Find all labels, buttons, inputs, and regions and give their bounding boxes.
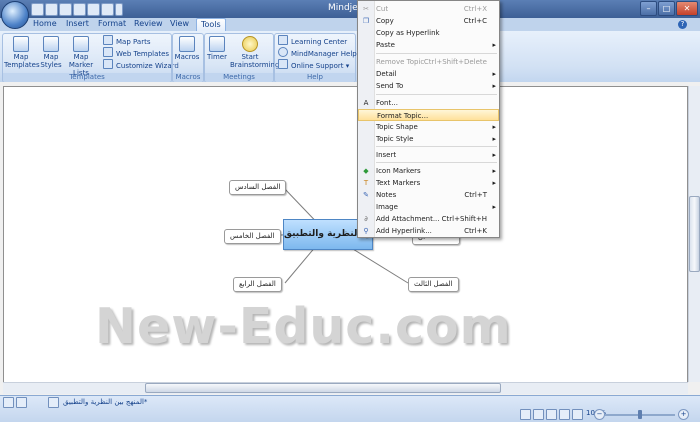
menu-item-label: Copy — [376, 17, 394, 25]
menu-item-image[interactable]: Image ▸ — [358, 201, 499, 213]
font-icon: A — [363, 99, 369, 107]
submenu-arrow-icon: ▸ — [492, 203, 496, 211]
menu-item-label: Topic Style — [376, 135, 414, 143]
menu-item-add-hyperlink[interactable]: ⚲ Add Hyperlink... Ctrl+K — [358, 225, 499, 237]
menu-item-insert[interactable]: Insert ▸ — [358, 149, 499, 161]
zoom-out-button[interactable]: − — [594, 409, 605, 420]
menu-item-label: Text Markers — [376, 179, 421, 187]
menu-item-shortcut: Ctrl+K — [464, 227, 487, 235]
fit-map-icon[interactable] — [572, 409, 583, 420]
app-menu-button[interactable] — [1, 1, 29, 29]
document-tab[interactable]: المنهج بين النظرية والتطبيق* — [63, 397, 147, 407]
topic-fourth-chapter[interactable]: الفصل الرابع — [233, 277, 282, 292]
submenu-arrow-icon: ▸ — [492, 167, 496, 175]
menu-item-shortcut: Ctrl+Shift+Delete — [423, 58, 487, 66]
submenu-arrow-icon: ▸ — [492, 123, 496, 131]
nav-forward-icon[interactable] — [16, 397, 27, 408]
notes-icon: ✎ — [363, 191, 369, 199]
menu-item-label: Cut — [376, 5, 389, 13]
menu-item-label: Insert — [376, 151, 397, 159]
menu-item-label: Notes — [376, 191, 397, 199]
menu-item-notes[interactable]: ✎ Notes Ctrl+T — [358, 189, 499, 201]
menu-item-label: Detail — [376, 70, 397, 78]
menu-item-font[interactable]: A Font... — [358, 97, 499, 109]
submenu-arrow-icon: ▸ — [492, 82, 496, 90]
menu-item-label: Icon Markers — [376, 167, 421, 175]
icon-markers-icon: ◆ — [363, 167, 369, 175]
map-view-icon[interactable] — [546, 409, 557, 420]
menu-separator — [376, 162, 497, 163]
menu-separator — [376, 53, 497, 54]
menu-item-label: Send To — [376, 82, 404, 90]
menu-item-label: Topic Shape — [376, 123, 418, 131]
menu-item-add-attachment[interactable]: ∂ Add Attachment... Ctrl+Shift+H — [358, 213, 499, 225]
menu-item-label: Remove Topic — [376, 58, 425, 66]
menu-item-topic-style[interactable]: Topic Style ▸ — [358, 133, 499, 145]
submenu-arrow-icon: ▸ — [492, 151, 496, 159]
menu-item-label: Add Hyperlink... — [376, 227, 432, 235]
menu-item-copy[interactable]: ❐ Copy Ctrl+C — [358, 15, 499, 27]
topic-fifth-chapter[interactable]: الفصل الخامس — [224, 229, 281, 244]
submenu-arrow-icon: ▸ — [492, 179, 496, 187]
menu-separator — [376, 146, 497, 147]
menu-item-shortcut: Ctrl+C — [463, 17, 487, 25]
menu-item-topic-shape[interactable]: Topic Shape ▸ — [358, 121, 499, 133]
menu-item-label: Font... — [376, 99, 398, 107]
scissors-icon: ✂ — [363, 5, 369, 13]
menu-item-icon-markers[interactable]: ◆ Icon Markers ▸ — [358, 165, 499, 177]
submenu-arrow-icon: ▸ — [492, 41, 496, 49]
nav-back-icon[interactable] — [3, 397, 14, 408]
text-markers-icon: T — [363, 179, 369, 187]
outline-view-icon[interactable] — [533, 409, 544, 420]
menu-item-send-to[interactable]: Send To ▸ — [358, 80, 499, 92]
menu-item-shortcut: Ctrl+X — [463, 5, 487, 13]
menu-item-label: Add Attachment... — [376, 215, 440, 223]
zoom-slider-thumb[interactable] — [638, 410, 642, 419]
copy-icon: ❐ — [362, 17, 370, 25]
menu-item-shortcut: Ctrl+T — [464, 191, 487, 199]
context-menu: ✂ Cut Ctrl+X ❐ Copy Ctrl+C Copy as Hyperlink Pa… — [357, 0, 500, 238]
watermark: New-Educ.com — [95, 298, 512, 355]
submenu-arrow-icon: ▸ — [492, 135, 496, 143]
topic-third-chapter[interactable]: الفصل الثالث — [408, 277, 459, 292]
menu-item-label: Paste — [376, 41, 395, 49]
vertical-scroll-thumb[interactable] — [689, 196, 700, 272]
layout-icon[interactable] — [559, 409, 570, 420]
horizontal-scroll-thumb[interactable] — [145, 383, 501, 393]
menu-item-label: Image — [376, 203, 398, 211]
menu-item-text-markers[interactable]: T Text Markers ▸ — [358, 177, 499, 189]
link-icon: ⚲ — [363, 227, 369, 235]
menu-item-cut: ✂ Cut Ctrl+X — [358, 3, 499, 15]
topic-connectors — [280, 186, 413, 284]
document-icon — [48, 397, 59, 408]
menu-item-format-topic[interactable]: Format Topic... — [358, 109, 499, 121]
menu-item-shortcut: Ctrl+Shift+H — [441, 215, 487, 223]
paperclip-icon: ∂ — [364, 215, 368, 223]
menu-item-label: Copy as Hyperlink — [376, 29, 440, 37]
filter-icon[interactable] — [520, 409, 531, 420]
submenu-arrow-icon: ▸ — [492, 70, 496, 78]
menu-item-copy-as-hyperlink[interactable]: Copy as Hyperlink — [358, 27, 499, 39]
zoom-in-button[interactable]: + — [678, 409, 689, 420]
menu-item-remove-topic: Remove Topic Ctrl+Shift+Delete — [358, 56, 499, 68]
menu-item-paste[interactable]: Paste ▸ — [358, 39, 499, 51]
topic-sixth-chapter[interactable]: الفصل السادس — [229, 180, 287, 195]
menu-separator — [376, 94, 497, 95]
menu-item-detail[interactable]: Detail ▸ — [358, 68, 499, 80]
